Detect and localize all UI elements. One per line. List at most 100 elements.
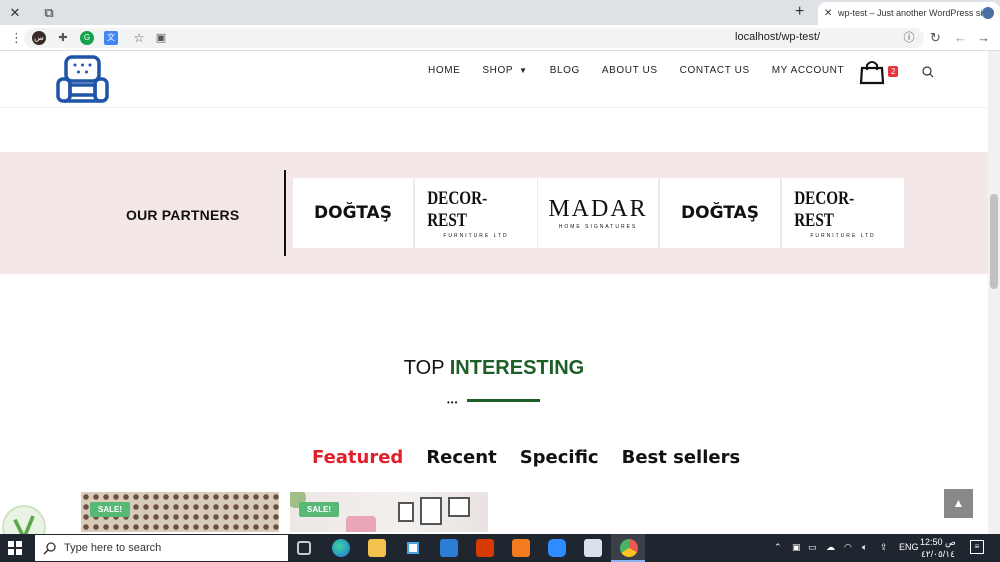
- tab-featured[interactable]: Featured: [312, 447, 403, 468]
- extensions-puzzle-icon[interactable]: ✚: [56, 31, 70, 45]
- arrow-up-icon: ▲: [952, 496, 965, 510]
- grammarly-icon[interactable]: G: [80, 31, 94, 45]
- nav-about-us[interactable]: ABOUT US: [602, 65, 658, 76]
- windows-start-icon[interactable]: [8, 541, 22, 555]
- shopping-bag-icon[interactable]: [859, 59, 885, 85]
- sale-badge: SALE!: [90, 502, 130, 517]
- nav-my-account[interactable]: MY ACCOUNT: [772, 65, 845, 76]
- back-arrow-icon[interactable]: ←: [954, 30, 967, 45]
- partners-title: OUR PARTNERS: [126, 207, 240, 223]
- clock-date: ٤٢/٠٥/١٤: [920, 549, 955, 559]
- partner-logo-text: MADAR: [548, 196, 648, 222]
- address-bar[interactable]: س ✚ G 文 ☆ ▣ localhost/wp-test/ ⓘ: [24, 28, 924, 48]
- close-window-icon[interactable]: ✕: [6, 4, 24, 22]
- tab-recent[interactable]: Recent: [426, 447, 496, 468]
- url-text[interactable]: localhost/wp-test/: [735, 31, 820, 43]
- onedrive-cloud-icon[interactable]: ☁: [826, 542, 835, 553]
- tab-title: wp-test – Just another WordPress site: [838, 8, 990, 18]
- wifi-icon[interactable]: ◠: [844, 542, 852, 553]
- chrome-active-indicator: [611, 534, 645, 562]
- partner-logo-dogtas-2[interactable]: DOĞTAŞ: [660, 178, 780, 248]
- partner-logo-subtext: HOME SIGNATURES: [558, 224, 638, 230]
- partner-logo-text: DOĞTAŞ: [314, 203, 392, 223]
- file-explorer-icon[interactable]: [368, 539, 386, 557]
- partners-section: OUR PARTNERS DOĞTAŞ DECOR-REST FURNITURE…: [0, 152, 988, 274]
- search-icon: [43, 542, 56, 555]
- mail-icon[interactable]: [440, 539, 458, 557]
- partner-logo-text: DECOR-REST: [427, 187, 488, 231]
- chevron-up-icon[interactable]: ⌃: [774, 542, 782, 553]
- title-underline: [467, 399, 540, 402]
- taskbar-clock[interactable]: 12:50 ص ٤٢/٠٥/١٤: [920, 536, 956, 560]
- cart-count-badge: 2: [888, 66, 899, 77]
- partner-logo-text: DECOR-REST: [794, 187, 855, 231]
- section-title: TOP INTERESTING: [0, 357, 988, 380]
- wall-frame-image: [398, 502, 414, 522]
- task-view-icon[interactable]: [297, 541, 311, 555]
- office-icon[interactable]: [476, 539, 494, 557]
- section-title-accent: INTERESTING: [449, 357, 585, 379]
- armchair-logo-icon[interactable]: [55, 53, 110, 107]
- partner-logo-decor-rest-2[interactable]: DECOR-REST FURNITURE LTD: [782, 178, 904, 248]
- chevron-down-icon: ▼: [519, 66, 528, 75]
- network-icon[interactable]: ▣: [792, 542, 801, 553]
- partners-divider: [284, 170, 286, 256]
- browser-tab-bar: ✕ ⧉ + ✕ wp-test – Just another WordPress…: [0, 0, 1000, 25]
- forward-arrow-icon[interactable]: →: [977, 30, 990, 45]
- profile-avatar[interactable]: س: [32, 31, 46, 45]
- scroll-to-top-button[interactable]: ▲: [944, 489, 973, 518]
- page-scrollbar[interactable]: [988, 51, 1000, 535]
- volume-icon[interactable]: 🔈︎: [862, 542, 867, 553]
- tab-best-sellers[interactable]: Best sellers: [622, 447, 741, 468]
- sale-badge: SALE!: [299, 502, 339, 517]
- partner-logo-dogtas[interactable]: DOĞTAŞ: [293, 178, 413, 248]
- main-nav: HOME SHOP ▼ BLOG ABOUT US CONTACT US MY A…: [428, 65, 866, 76]
- new-tab-button[interactable]: +: [795, 3, 804, 21]
- site-header: HOME SHOP ▼ BLOG ABOUT US CONTACT US MY A…: [0, 51, 988, 108]
- tab-favicon-icon: [982, 7, 994, 19]
- nav-contact-us[interactable]: CONTACT US: [680, 65, 750, 76]
- restore-window-icon[interactable]: ⧉: [40, 4, 58, 22]
- share-icon[interactable]: ▣: [154, 31, 168, 45]
- close-tab-icon[interactable]: ✕: [824, 2, 832, 25]
- wall-frame-image: [420, 497, 442, 525]
- store-icon[interactable]: [404, 539, 422, 557]
- taskbar-search-box[interactable]: Type here to search: [35, 535, 288, 561]
- clock-time: 12:50 ص: [920, 537, 956, 547]
- pink-pillow-image: [346, 516, 376, 532]
- browser-tab[interactable]: ✕ wp-test – Just another WordPress site: [818, 2, 1000, 25]
- tab-specific[interactable]: Specific: [520, 447, 599, 468]
- product-card-image[interactable]: SALE!: [290, 492, 488, 532]
- wall-frame-image: [448, 497, 470, 517]
- section-title-plain: TOP: [403, 357, 450, 379]
- reload-icon[interactable]: ↻: [930, 30, 941, 46]
- battery-icon[interactable]: ▭: [808, 542, 817, 553]
- app-window-icon[interactable]: [584, 539, 602, 557]
- product-card-image[interactable]: SALE!: [81, 492, 279, 532]
- nav-blog[interactable]: BLOG: [550, 65, 580, 76]
- site-info-icon[interactable]: ⓘ: [902, 31, 916, 45]
- edge-browser-icon[interactable]: [332, 539, 350, 557]
- taskbar-search-placeholder: Type here to search: [64, 542, 162, 554]
- windows-taskbar: Type here to search ⌃ ▣ ▭ ☁ ◠ 🔈︎ ⇪ ENG 1…: [0, 534, 1000, 562]
- translate-icon[interactable]: 文: [104, 31, 118, 45]
- upload-cloud-icon[interactable]: ⇪: [880, 542, 888, 553]
- nav-shop-label: SHOP: [482, 65, 514, 76]
- zoom-icon[interactable]: [548, 539, 566, 557]
- browser-toolbar: ⋮ س ✚ G 文 ☆ ▣ localhost/wp-test/ ⓘ ↻ ← →: [0, 25, 1000, 51]
- language-indicator[interactable]: ENG: [899, 542, 919, 552]
- partner-logo-text: DOĞTAŞ: [681, 203, 759, 223]
- partner-logo-madar[interactable]: MADAR HOME SIGNATURES: [538, 178, 658, 248]
- nav-shop[interactable]: SHOP ▼: [482, 65, 527, 76]
- scrollbar-thumb[interactable]: [990, 194, 998, 289]
- partner-logo-subtext: FURNITURE LTD: [443, 232, 509, 239]
- title-dots-decoration: •••: [447, 398, 459, 407]
- bookmark-star-icon[interactable]: ☆: [132, 31, 146, 45]
- search-icon[interactable]: [921, 65, 935, 79]
- product-tabs: Featured Recent Specific Best sellers: [312, 447, 763, 468]
- nav-home[interactable]: HOME: [428, 65, 460, 76]
- xampp-icon[interactable]: [512, 539, 530, 557]
- partner-logo-decor-rest[interactable]: DECOR-REST FURNITURE LTD: [415, 178, 537, 248]
- notifications-icon[interactable]: ≡: [970, 540, 984, 554]
- menu-dots-icon[interactable]: ⋮: [10, 30, 23, 46]
